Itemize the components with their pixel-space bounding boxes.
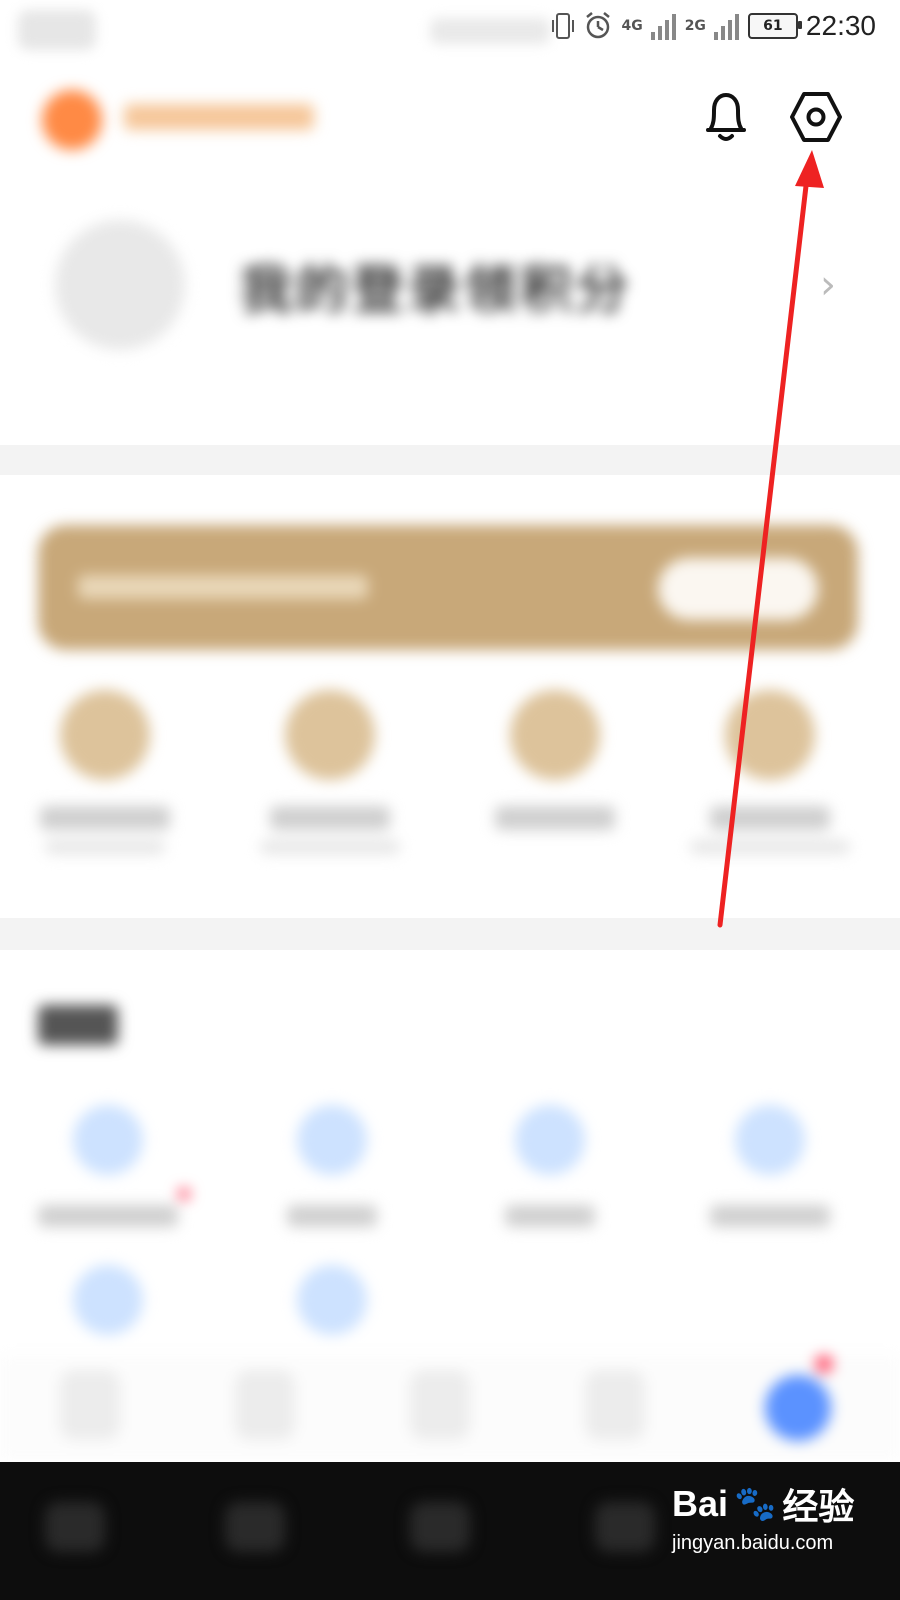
battery-level: 61 xyxy=(763,18,783,34)
tool-item[interactable] xyxy=(8,1265,208,1335)
signal-icon xyxy=(650,14,676,40)
tool-label-blurred xyxy=(287,1205,377,1227)
carrier-blurred xyxy=(430,18,550,44)
vip-open-button[interactable] xyxy=(658,558,818,620)
benefit-icon xyxy=(60,690,150,780)
settings-gear-icon[interactable] xyxy=(787,88,845,146)
benefit-icon xyxy=(285,690,375,780)
status-icons: 4G 2G 61 22:30 xyxy=(551,10,876,42)
vip-banner[interactable] xyxy=(38,525,858,650)
benefit-item[interactable] xyxy=(5,690,205,854)
chevron-right-icon[interactable]: › xyxy=(820,262,836,308)
tool-item[interactable] xyxy=(8,1105,208,1227)
nav-recents-button[interactable] xyxy=(595,1502,655,1552)
vip-banner-text-blurred xyxy=(78,575,368,599)
tool-label-blurred xyxy=(505,1205,595,1227)
tab-1[interactable] xyxy=(60,1370,120,1440)
tool-icon xyxy=(515,1105,585,1175)
network-2g-label: 2G xyxy=(684,18,706,34)
section-divider xyxy=(0,918,900,950)
tool-item[interactable] xyxy=(450,1105,650,1227)
benefit-label-blurred xyxy=(270,806,390,830)
benefit-label-blurred xyxy=(40,806,170,830)
app-screen: 4G 2G 61 22:30 我的登录领积分 › Bai 🐾 经验 jingya… xyxy=(0,0,900,1600)
tool-icon xyxy=(735,1105,805,1175)
tool-icon xyxy=(297,1105,367,1175)
tools-section-title-blurred xyxy=(38,1005,118,1045)
network-4g-label: 4G xyxy=(621,18,643,34)
tab-2[interactable] xyxy=(235,1370,295,1440)
benefit-sublabel-blurred xyxy=(690,840,850,854)
nav-back-button[interactable] xyxy=(225,1502,285,1552)
benefit-label-blurred xyxy=(710,806,830,830)
vibrate-icon xyxy=(552,13,575,39)
paw-icon: 🐾 xyxy=(734,1485,777,1523)
tab-mine-active[interactable] xyxy=(765,1375,831,1441)
nav-home-button[interactable] xyxy=(410,1502,470,1552)
status-bar: 4G 2G 61 22:30 xyxy=(0,0,900,62)
avatar[interactable] xyxy=(55,220,185,350)
section-divider xyxy=(0,445,900,475)
nav-down-button[interactable] xyxy=(45,1502,105,1552)
watermark-url: jingyan.baidu.com xyxy=(672,1532,834,1554)
bottom-tab-bar xyxy=(0,1355,900,1460)
tool-item[interactable] xyxy=(232,1265,432,1335)
signal-icon-2 xyxy=(713,14,739,40)
tool-item[interactable] xyxy=(232,1105,432,1227)
clock: 22:30 xyxy=(805,10,876,41)
top-header xyxy=(0,82,900,152)
alarm-icon xyxy=(586,12,611,39)
benefit-icon xyxy=(510,690,600,780)
profile-name: 我的登录领积分 xyxy=(240,261,633,321)
benefit-sublabel-blurred xyxy=(260,840,400,854)
tool-icon xyxy=(73,1265,143,1335)
tool-icon xyxy=(297,1265,367,1335)
tool-icon xyxy=(73,1105,143,1175)
notification-dot xyxy=(178,1188,190,1200)
tool-label-blurred xyxy=(710,1205,830,1227)
benefit-sublabel-blurred xyxy=(45,840,165,854)
battery-icon: 61 xyxy=(747,13,802,39)
tab-4[interactable] xyxy=(585,1370,645,1440)
benefit-label-blurred xyxy=(495,806,615,830)
benefit-item[interactable] xyxy=(670,690,870,854)
benefit-item[interactable] xyxy=(230,690,430,854)
tool-label-blurred xyxy=(38,1205,178,1227)
watermark-brand-left: Bai xyxy=(672,1483,729,1524)
tab-3[interactable] xyxy=(410,1370,470,1440)
brand-logo xyxy=(42,90,102,150)
watermark-brand-right: 经验 xyxy=(782,1486,855,1527)
notification-bell-icon[interactable] xyxy=(700,88,752,144)
status-left-blurred xyxy=(18,10,96,50)
brand-title-blurred xyxy=(124,104,314,130)
tab-badge-dot xyxy=(815,1355,833,1373)
benefit-item[interactable] xyxy=(455,690,655,830)
tool-item[interactable] xyxy=(670,1105,870,1227)
baidu-jingyan-watermark: Bai 🐾 经验 jingyan.baidu.com xyxy=(672,1478,854,1555)
benefit-icon xyxy=(725,690,815,780)
